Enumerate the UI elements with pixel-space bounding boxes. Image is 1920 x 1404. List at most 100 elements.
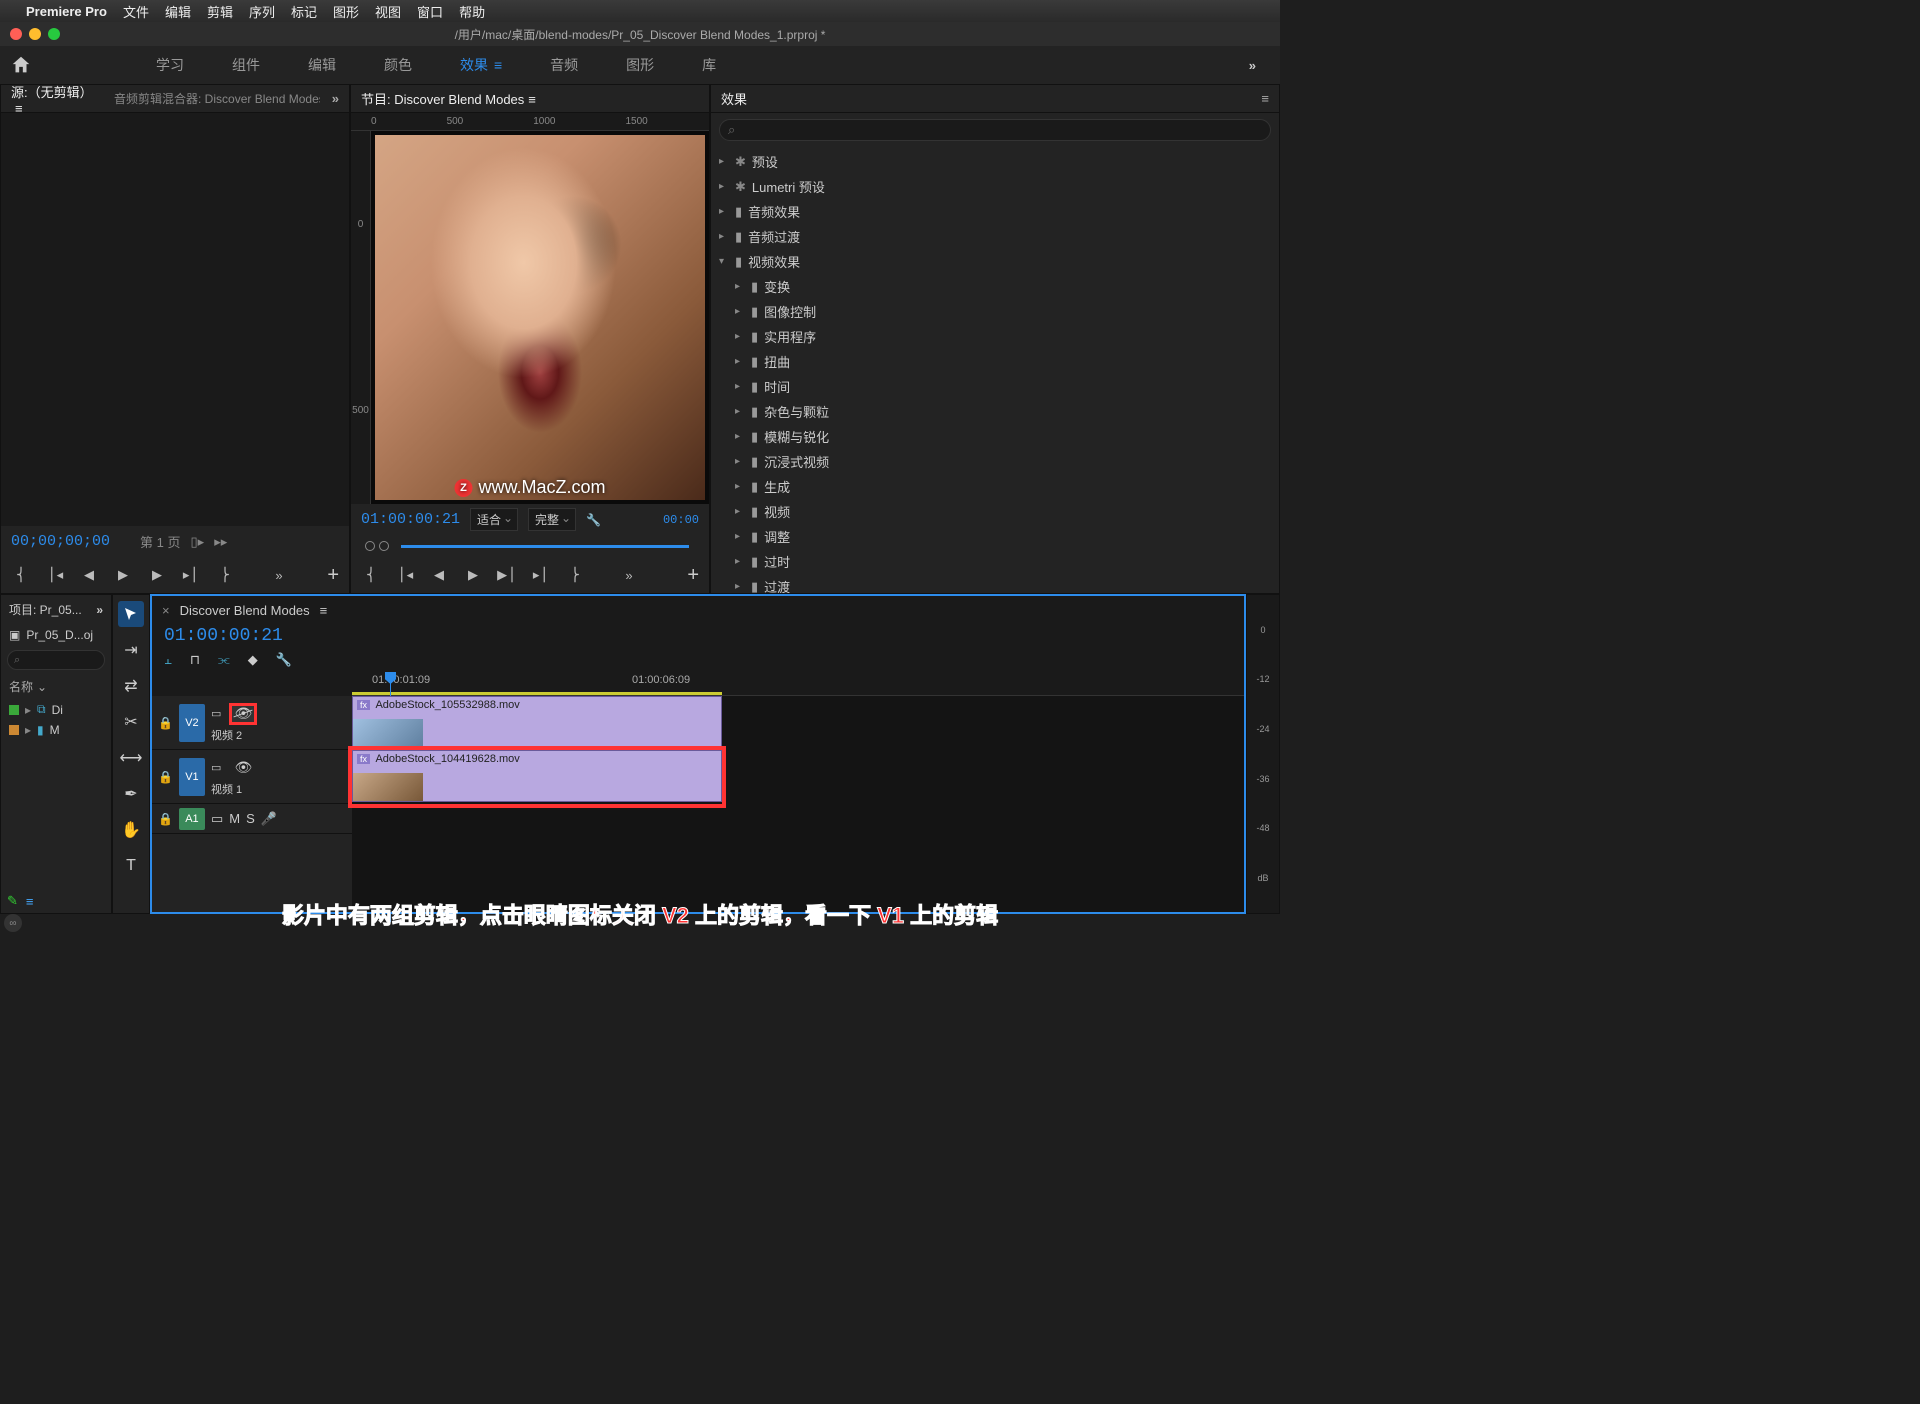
effect-folder[interactable]: ▸▮生成 [711,474,1279,499]
lock-icon[interactable]: 🔒 [158,770,173,784]
type-tool[interactable]: T [118,853,144,879]
effect-folder[interactable]: ▸▮模糊与锐化 [711,424,1279,449]
close-sequence-icon[interactable]: × [162,603,170,618]
mute-button[interactable]: M [229,811,240,826]
settings-icon[interactable]: 🔧 [586,513,601,527]
solo-button[interactable]: S [246,811,255,826]
marker-icon[interactable]: ◆ [248,652,258,668]
program-monitor[interactable]: 0 500 1000 1500 0 500 Z www.MacZ.com [351,113,709,504]
step-back-icon[interactable]: ◀ [429,565,449,585]
clip-v2[interactable]: fx AdobeStock_105532988.mov [352,696,722,748]
audio-mixer-tab[interactable]: 音频剪辑混合器: Discover Blend Modes [114,90,320,107]
ws-tab-assembly[interactable]: 组件 [208,55,284,75]
add-button-icon[interactable]: + [687,564,699,587]
ws-overflow-button[interactable]: » [1235,58,1270,73]
mark-in-icon[interactable]: ⎨ [11,565,31,585]
project-item[interactable]: ▸▮M [1,720,111,740]
ws-tab-color[interactable]: 颜色 [360,55,436,75]
pen-tool[interactable]: ✒ [118,781,144,807]
play-icon[interactable]: ▶ [463,565,483,585]
source-tab[interactable]: 源:（无剪辑） [11,82,102,116]
toggle-output-icon[interactable]: ▭ [211,811,223,827]
effect-folder[interactable]: ▸▮扭曲 [711,349,1279,374]
effect-folder[interactable]: ▸▮时间 [711,374,1279,399]
effect-folder[interactable]: ▸▮实用程序 [711,324,1279,349]
work-area-bar[interactable] [352,692,722,695]
effect-folder[interactable]: ▸✱Lumetri 预设 [711,174,1279,199]
track-content[interactable]: fx AdobeStock_105532988.mov fx AdobeStoc… [352,696,1244,912]
effect-folder[interactable]: ▸▮音频效果 [711,199,1279,224]
menu-window[interactable]: 窗口 [417,2,443,21]
program-scrubber[interactable] [361,537,699,555]
panel-overflow-icon[interactable]: » [332,91,339,106]
step-fwd-icon[interactable]: ▶⎪ [497,565,517,585]
effect-folder[interactable]: ▸✱预设 [711,149,1279,174]
eye-icon-v2[interactable]: 👁 [229,703,257,725]
toggle-output-icon[interactable]: ▭ [211,707,221,720]
program-tab[interactable]: 节目: Discover Blend Modes [361,89,536,108]
track-header-a1[interactable]: 🔒 A1 ▭ M S 🎤 [152,804,352,834]
go-in-icon[interactable]: ⎪◂ [45,565,65,585]
razor-tool[interactable]: ✂ [118,709,144,735]
home-icon[interactable] [10,54,32,76]
effect-folder[interactable]: ▸▮过渡 [711,574,1279,593]
eye-icon-v1[interactable]: 👁 [229,757,257,779]
track-label-v1[interactable]: V1 [179,758,205,796]
lock-icon[interactable]: 🔒 [158,812,173,826]
menu-marker[interactable]: 标记 [291,2,317,21]
program-timecode[interactable]: 01:00:00:21 [361,511,460,528]
toggle-output-icon[interactable]: ▭ [211,761,221,774]
track-label-a1[interactable]: A1 [179,808,205,830]
close-window-button[interactable] [10,28,22,40]
ws-tab-graphics[interactable]: 图形 [602,55,678,75]
mark-out-icon[interactable]: ⎬ [215,565,235,585]
list-view-icon[interactable]: ≡ [26,894,34,909]
effect-folder[interactable]: ▸▮图像控制 [711,299,1279,324]
project-filename[interactable]: Pr_05_D...oj [26,628,93,642]
fit-dropdown[interactable]: 适合 [470,508,518,531]
menu-clip[interactable]: 剪辑 [207,2,233,21]
src-overflow-icon[interactable]: » [269,565,289,585]
slip-tool[interactable]: ⟷ [118,745,144,771]
timeline-timecode[interactable]: 01:00:00:21 [152,624,1244,648]
minimize-window-button[interactable] [29,28,41,40]
ws-tab-learn[interactable]: 学习 [132,55,208,75]
timeline-ruler[interactable]: 01:00:01:09 01:00:06:09 [352,672,1244,696]
ws-tab-library[interactable]: 库 [678,55,740,75]
project-search[interactable]: ⌕ [7,650,105,670]
track-header-v1[interactable]: 🔒 V1 ▭ 👁 视频 1 [152,750,352,804]
snap-icon[interactable]: ⊓ [190,652,200,668]
go-out-icon[interactable]: ▸⎪ [181,565,201,585]
mark-out-icon[interactable]: ⎬ [565,565,585,585]
lock-icon[interactable]: 🔒 [158,716,173,730]
zoom-handle-right[interactable] [379,541,389,551]
menu-edit[interactable]: 编辑 [165,2,191,21]
track-select-tool[interactable]: ⇥ [118,637,144,663]
ws-tab-edit[interactable]: 编辑 [284,55,360,75]
linked-selection-icon[interactable]: ⫘ [218,652,230,668]
pencil-icon[interactable]: ✎ [7,893,18,909]
sequence-name[interactable]: Discover Blend Modes [180,603,310,618]
step-fwd-icon[interactable]: ▶ [147,565,167,585]
overwrite-icon[interactable]: ▸▸ [214,534,227,550]
zoom-handle-left[interactable] [365,541,375,551]
go-out-icon[interactable]: ▸⎪ [531,565,551,585]
effect-folder[interactable]: ▸▮过时 [711,549,1279,574]
resolution-dropdown[interactable]: 完整 [528,508,576,531]
sort-icon[interactable]: ⌄ [37,680,47,694]
track-label-v2[interactable]: V2 [179,704,205,742]
settings-icon[interactable]: 🔧 [276,652,292,668]
effect-folder[interactable]: ▸▮杂色与颗粒 [711,399,1279,424]
nest-icon[interactable]: ⫠ [164,652,172,668]
ws-tab-audio[interactable]: 音频 [526,55,602,75]
effect-folder[interactable]: ▸▮变换 [711,274,1279,299]
effect-folder[interactable]: ▸▮音频过渡 [711,224,1279,249]
panel-menu-icon[interactable]: ≡ [320,603,328,618]
effect-folder[interactable]: ▾▮视频效果 [711,249,1279,274]
project-item[interactable]: ▸⧉Di [1,699,111,720]
ws-tab-effects[interactable]: 效果 [436,55,526,75]
clip-v1[interactable]: fx AdobeStock_104419628.mov [352,750,722,802]
play-icon[interactable]: ▶ [113,565,133,585]
effect-folder[interactable]: ▸▮调整 [711,524,1279,549]
go-in-icon[interactable]: ⎪◂ [395,565,415,585]
